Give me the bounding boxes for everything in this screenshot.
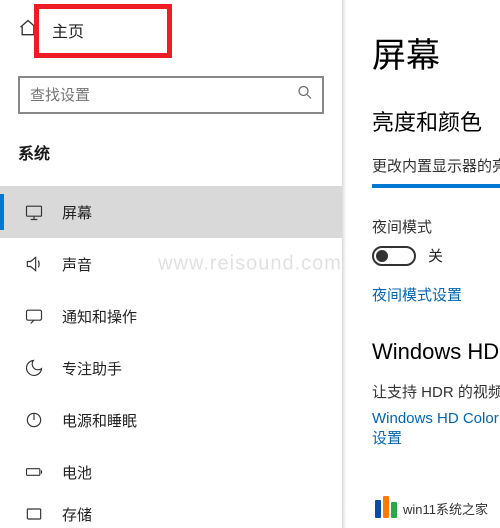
night-mode-settings-link[interactable]: 夜间模式设置 [372,284,462,305]
brightness-heading: 亮度和颜色 [372,105,500,137]
hd-color-desc: 让支持 HDR 的视频、游戏和应用画面更明亮、更生动。 [372,381,500,402]
storage-icon [24,504,44,524]
footer-text: win11系统之家 [403,499,488,518]
nav-list: 屏幕 声音 通知和操作 专注助手 [0,186,342,528]
hd-color-heading: Windows HD Color [372,339,500,365]
power-icon [24,410,44,430]
footer-logo: win11系统之家 [369,495,494,522]
brightness-desc: 更改内置显示器的亮度 [372,155,500,176]
nav-item-power[interactable]: 电源和睡眠 [0,394,342,446]
toggle-knob [376,250,388,262]
logo-icon [375,500,397,518]
nav-label: 存储 [62,504,92,525]
speaker-icon [24,254,44,274]
nav-label: 屏幕 [62,202,92,223]
toggle-state: 关 [428,245,443,266]
home-icon [18,18,38,43]
nav-label: 专注助手 [62,358,122,379]
home-link[interactable]: 主页 [18,12,324,48]
moon-icon [24,358,44,378]
sidebar: 主页 系统 屏幕 声音 [0,0,342,528]
section-title: 系统 [0,114,342,176]
monitor-icon [24,202,44,222]
nav-item-focus[interactable]: 专注助手 [0,342,342,394]
battery-icon [24,462,44,482]
nav-item-display[interactable]: 屏幕 [0,186,342,238]
nav-label: 电池 [62,462,92,483]
nav-label: 电源和睡眠 [62,410,137,431]
search-box[interactable] [18,76,324,114]
search-input[interactable] [18,76,324,114]
settings-window: 主页 系统 屏幕 声音 [0,0,500,528]
content-pane: 屏幕 亮度和颜色 更改内置显示器的亮度 夜间模式 关 夜间模式设置 Window… [342,0,500,528]
nav-item-notifications[interactable]: 通知和操作 [0,290,342,342]
search-icon [296,84,314,107]
page-title: 屏幕 [372,28,500,77]
nav-item-battery[interactable]: 电池 [0,446,342,498]
chat-icon [24,306,44,326]
nav-label: 声音 [62,254,92,275]
home-label: 主页 [52,18,84,42]
nav-item-sound[interactable]: 声音 [0,238,342,290]
brightness-slider[interactable] [372,184,500,188]
night-mode-toggle[interactable] [372,246,416,266]
night-mode-label: 夜间模式 [372,216,500,237]
nav-item-storage[interactable]: 存储 [0,498,342,528]
hd-color-link[interactable]: Windows HD Color 设置 [372,410,500,448]
nav-label: 通知和操作 [62,306,137,327]
